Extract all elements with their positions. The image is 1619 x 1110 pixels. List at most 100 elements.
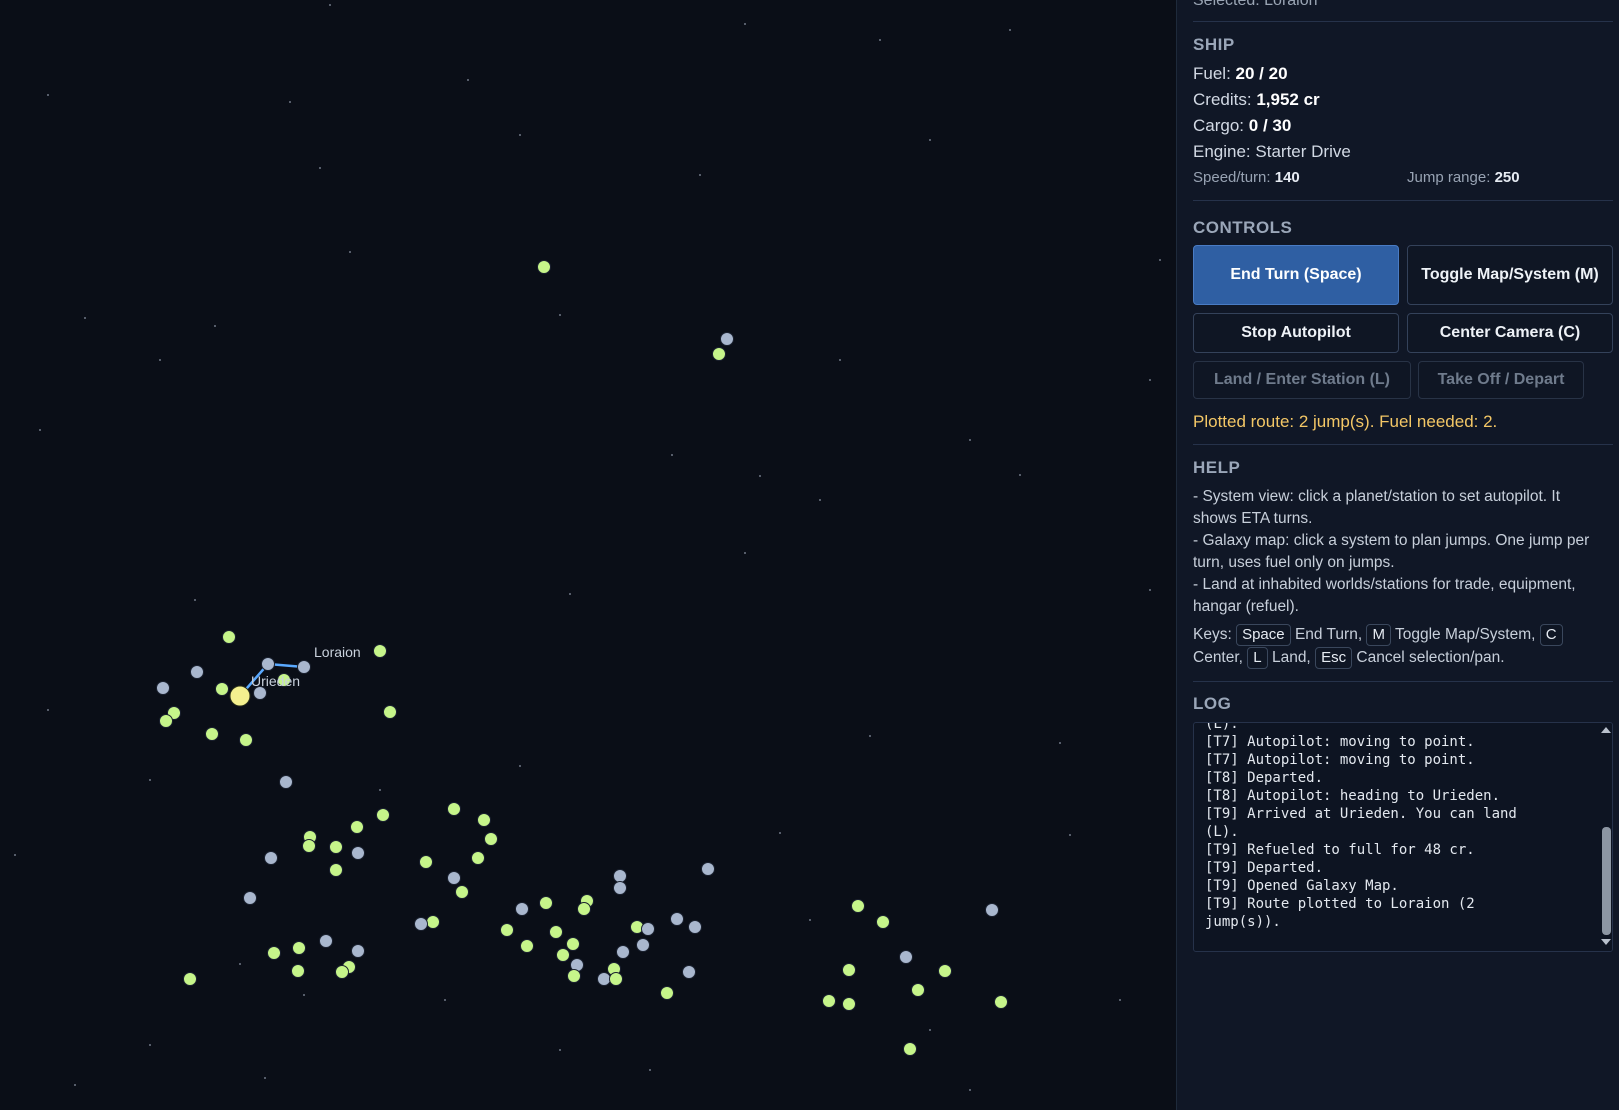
station-system[interactable] (613, 881, 627, 895)
inhabited-system[interactable] (335, 965, 349, 979)
station-system[interactable] (616, 945, 630, 959)
inhabited-system[interactable] (383, 705, 397, 719)
station-system[interactable] (279, 775, 293, 789)
station-system[interactable] (156, 681, 170, 695)
inhabited-system[interactable] (851, 899, 865, 913)
inhabited-system[interactable] (419, 855, 433, 869)
station-system[interactable] (297, 660, 311, 674)
land-button[interactable]: Land / Enter Station (L) (1193, 361, 1411, 399)
inhabited-system[interactable] (822, 994, 836, 1008)
end-turn-button[interactable]: End Turn (Space) (1193, 245, 1399, 305)
inhabited-system[interactable] (566, 937, 580, 951)
keys-label: Keys: (1193, 626, 1232, 643)
inhabited-system[interactable] (291, 964, 305, 978)
inhabited-system[interactable] (876, 915, 890, 929)
station-system[interactable] (597, 972, 611, 986)
station-system[interactable] (720, 332, 734, 346)
inhabited-system[interactable] (556, 948, 570, 962)
station-system[interactable] (447, 871, 461, 885)
inhabited-system[interactable] (609, 972, 623, 986)
inhabited-system[interactable] (329, 863, 343, 877)
inhabited-system[interactable] (183, 972, 197, 986)
toggle-map-button[interactable]: Toggle Map/System (M) (1407, 245, 1613, 305)
station-system[interactable] (351, 944, 365, 958)
station-system[interactable] (319, 934, 333, 948)
key-desc: Toggle Map/System, (1395, 626, 1536, 643)
inhabited-system[interactable] (484, 832, 498, 846)
take-off-button[interactable]: Take Off / Depart (1418, 361, 1584, 399)
inhabited-system[interactable] (537, 260, 551, 274)
help-line: - Galaxy map: click a system to plan jum… (1193, 532, 1590, 571)
background-star (649, 1069, 651, 1071)
inhabited-system[interactable] (426, 915, 440, 929)
inhabited-system[interactable] (539, 896, 553, 910)
station-system[interactable] (261, 657, 275, 671)
inhabited-system[interactable] (159, 714, 173, 728)
inhabited-system[interactable] (567, 969, 581, 983)
system-label-urieden: Urieden (251, 673, 300, 689)
station-system[interactable] (641, 922, 655, 936)
ship-section: SHIP Fuel: 20 / 20 Credits: 1,952 cr Car… (1193, 35, 1613, 186)
inhabited-system[interactable] (660, 986, 674, 1000)
center-camera-button[interactable]: Center Camera (C) (1407, 313, 1613, 353)
inhabited-system[interactable] (577, 902, 591, 916)
inhabited-system[interactable] (903, 1042, 917, 1056)
inhabited-system[interactable] (350, 820, 364, 834)
station-system[interactable] (682, 965, 696, 979)
inhabited-system[interactable] (471, 851, 485, 865)
background-star (839, 359, 841, 361)
inhabited-system[interactable] (842, 997, 856, 1011)
inhabited-system[interactable] (500, 923, 514, 937)
inhabited-system[interactable] (302, 839, 316, 853)
scroll-thumb[interactable] (1602, 827, 1611, 935)
key-desc: Center, (1193, 649, 1243, 666)
galaxy-map-canvas[interactable]: Loraion Urieden (0, 0, 1176, 1110)
station-system[interactable] (688, 920, 702, 934)
inhabited-system[interactable] (520, 939, 534, 953)
inhabited-system[interactable] (477, 813, 491, 827)
background-star (39, 429, 41, 431)
station-system[interactable] (515, 902, 529, 916)
inhabited-system[interactable] (911, 983, 925, 997)
station-system[interactable] (264, 851, 278, 865)
log-box[interactable]: (L). [T7] Autopilot: moving to point. [T… (1193, 722, 1613, 952)
inhabited-system[interactable] (373, 644, 387, 658)
background-star (969, 1089, 971, 1091)
scroll-up-icon[interactable] (1601, 727, 1611, 733)
inhabited-system[interactable] (292, 941, 306, 955)
stop-autopilot-button[interactable]: Stop Autopilot (1193, 313, 1399, 353)
inhabited-system[interactable] (447, 802, 461, 816)
galaxy-map[interactable]: Loraion Urieden (0, 0, 1176, 1110)
background-star (329, 4, 331, 6)
station-system[interactable] (190, 665, 204, 679)
station-system[interactable] (701, 862, 715, 876)
current-system-marker[interactable] (229, 685, 251, 707)
background-star (14, 854, 16, 856)
inhabited-system[interactable] (239, 733, 253, 747)
star-systems[interactable] (156, 260, 1008, 1056)
station-system[interactable] (985, 903, 999, 917)
background-star (969, 439, 971, 441)
station-system[interactable] (414, 917, 428, 931)
inhabited-system[interactable] (842, 963, 856, 977)
log-scrollbar[interactable] (1598, 723, 1612, 951)
help-section-title: HELP (1193, 458, 1241, 477)
inhabited-system[interactable] (329, 840, 343, 854)
station-system[interactable] (351, 846, 365, 860)
inhabited-system[interactable] (376, 808, 390, 822)
scroll-down-icon[interactable] (1601, 939, 1611, 945)
inhabited-system[interactable] (455, 885, 469, 899)
station-system[interactable] (899, 950, 913, 964)
inhabited-system[interactable] (205, 727, 219, 741)
inhabited-system[interactable] (267, 946, 281, 960)
station-system[interactable] (243, 891, 257, 905)
inhabited-system[interactable] (938, 964, 952, 978)
inhabited-system[interactable] (712, 347, 726, 361)
station-system[interactable] (670, 912, 684, 926)
inhabited-system[interactable] (222, 630, 236, 644)
inhabited-system[interactable] (549, 925, 563, 939)
station-system[interactable] (613, 869, 627, 883)
station-system[interactable] (636, 938, 650, 952)
inhabited-system[interactable] (994, 995, 1008, 1009)
inhabited-system[interactable] (215, 682, 229, 696)
